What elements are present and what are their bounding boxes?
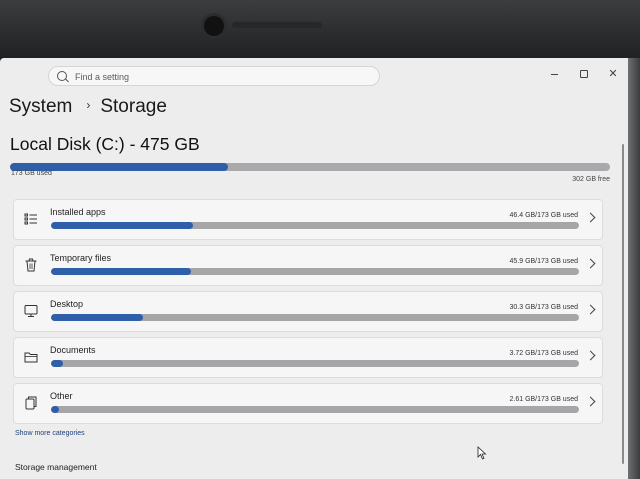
category-size: 2.61 GB/173 GB used: [509, 396, 579, 403]
category-label: Desktop: [50, 299, 84, 309]
category-usage-bar: [51, 222, 579, 229]
category-size: 3.72 GB/173 GB used: [509, 350, 579, 357]
category-usage-fill: [51, 406, 59, 413]
category-usage-bar: [51, 314, 579, 321]
minimize-icon[interactable]: [548, 68, 562, 80]
category-label: Documents: [50, 345, 96, 355]
search-icon: [57, 71, 67, 81]
category-documents[interactable]: Documents 3.72 GB/173 GB used: [13, 337, 603, 378]
disk-free-label: 302 GB free: [572, 176, 610, 183]
chevron-right-icon: [585, 258, 596, 269]
category-size: 46.4 GB/173 GB used: [509, 212, 579, 219]
other-files-icon: [25, 396, 37, 410]
chevron-right-icon: [585, 212, 596, 223]
folder-icon: [24, 352, 38, 363]
category-size: 30.3 GB/173 GB used: [509, 304, 579, 311]
trash-icon: [25, 258, 37, 272]
webcam: [204, 16, 224, 36]
chevron-right-icon: [585, 304, 596, 315]
search-input[interactable]: [73, 69, 367, 85]
category-usage-bar: [51, 360, 579, 367]
close-icon[interactable]: ✕: [606, 68, 620, 80]
category-usage-bar: [51, 268, 579, 275]
category-usage-fill: [51, 360, 63, 367]
storage-management-heading: Storage management: [15, 462, 97, 472]
category-desktop[interactable]: Desktop 30.3 GB/173 GB used: [13, 291, 603, 332]
category-temporary-files[interactable]: Temporary files 45.9 GB/173 GB used: [13, 245, 603, 286]
category-size: 45.9 GB/173 GB used: [509, 258, 579, 265]
category-usage-fill: [51, 222, 193, 229]
chevron-right-icon: [585, 350, 596, 361]
chevron-right-icon: [585, 396, 596, 407]
category-other[interactable]: Other 2.61 GB/173 GB used: [13, 383, 603, 424]
show-more-categories-link[interactable]: Show more categories: [15, 430, 85, 437]
mouse-cursor-icon: [477, 446, 487, 460]
category-label: Other: [50, 391, 73, 401]
category-usage-fill: [51, 314, 144, 321]
breadcrumb: System › Storage: [9, 96, 167, 122]
category-label: Installed apps: [50, 207, 106, 217]
page-title: Storage: [100, 96, 167, 117]
category-usage-fill: [51, 268, 191, 275]
category-usage-bar: [51, 406, 579, 413]
scrollbar[interactable]: [622, 144, 624, 464]
laptop-bezel: [0, 0, 640, 62]
bezel-notch: [232, 22, 322, 28]
category-label: Temporary files: [50, 253, 112, 263]
breadcrumb-parent[interactable]: System: [9, 96, 72, 117]
category-installed-apps[interactable]: Installed apps 46.4 GB/173 GB used: [13, 199, 603, 240]
screen-edge: [628, 58, 640, 479]
disk-used-label: 173 GB used: [11, 170, 52, 177]
chevron-right-icon: ›: [86, 98, 91, 112]
disk-usage-bar: [10, 163, 610, 171]
monitor-icon: [24, 305, 38, 317]
search-box[interactable]: [48, 66, 380, 86]
maximize-icon[interactable]: [577, 68, 591, 80]
disk-title: Local Disk (C:) - 475 GB: [10, 134, 200, 154]
settings-window: ✕ System › Storage Local Disk (C:) - 475 G…: [0, 58, 628, 479]
apps-list-icon: [24, 213, 37, 225]
